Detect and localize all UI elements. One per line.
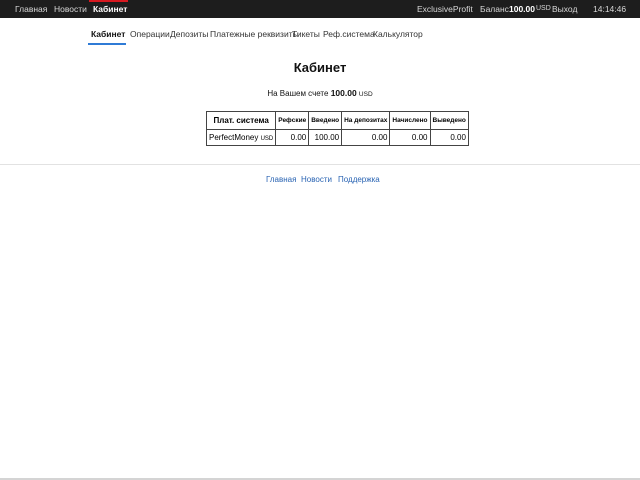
balance-value-currency: USD (358, 91, 373, 98)
col-header-system: Плат. система (205, 111, 277, 130)
footer-news-link[interactable]: Новости (301, 175, 332, 184)
cell-referral: 0.00 (275, 129, 310, 146)
balance-currency: USD (536, 5, 551, 12)
col-header-on-deposits: На депозитах (341, 111, 391, 130)
cell-accrued: 0.00 (389, 129, 431, 146)
cell-deposited: 100.00 (308, 129, 343, 146)
nav-news-link[interactable]: Новости (54, 0, 87, 18)
balance-amount: 100.00 (509, 4, 535, 14)
col-header-deposited: Введено (308, 111, 343, 130)
col-header-referral: Рефские (275, 111, 310, 130)
footer-support-link[interactable]: Поддержка (338, 175, 380, 184)
balance-label: Баланс (480, 4, 509, 14)
logout-link[interactable]: Выход (552, 0, 577, 18)
tab-cabinet[interactable]: Кабинет (91, 28, 125, 40)
active-tab-underline (88, 43, 126, 45)
nav-home-link[interactable]: Главная (15, 0, 47, 18)
payment-systems-table: Плат. система Рефские Введено На депозит… (205, 111, 469, 146)
brand-name[interactable]: ExclusiveProfit (417, 0, 473, 18)
footer-home-link[interactable]: Главная (266, 175, 296, 184)
nav-cabinet-link[interactable]: Кабинет (93, 0, 127, 18)
col-header-accrued: Начислено (389, 111, 431, 130)
table-header-row: Плат. система Рефские Введено На депозит… (205, 111, 469, 130)
page-title: Кабинет (293, 60, 347, 75)
cabinet-subnav: Кабинет Операции Депозиты Платежные рекв… (0, 28, 640, 45)
balance-value: 100.00 (330, 88, 357, 98)
clock: 14:14:46 (593, 4, 627, 14)
tab-deposits[interactable]: Депозиты (170, 28, 208, 40)
top-navigation-bar: Главная Новости Кабинет ExclusiveProfit … (0, 0, 640, 18)
account-balance: На Вашем счете 100.00 USD (0, 88, 640, 98)
content-divider (0, 164, 640, 165)
tab-payment-details[interactable]: Платежные реквизиты (210, 28, 299, 40)
col-header-withdrawn: Выведено (429, 111, 469, 130)
footer-links: Главная Новости Поддержка (0, 175, 640, 187)
tab-operations[interactable]: Операции (130, 28, 170, 40)
system-name: PerfectMoney (209, 133, 259, 142)
tab-referral-system[interactable]: Реф.система (323, 28, 375, 40)
tab-calculator[interactable]: Калькулятор (373, 28, 423, 40)
cell-withdrawn: 0.00 (429, 129, 469, 146)
cell-on-deposits: 0.00 (341, 129, 391, 146)
table-row: PerfectMoney USD 0.00 100.00 0.00 0.00 0… (205, 129, 469, 146)
tab-tickets[interactable]: Тикеты (292, 28, 320, 40)
balance-prefix: На Вашем счете (267, 89, 329, 98)
system-currency: USD (260, 136, 274, 142)
cell-system: PerfectMoney USD (205, 129, 277, 146)
